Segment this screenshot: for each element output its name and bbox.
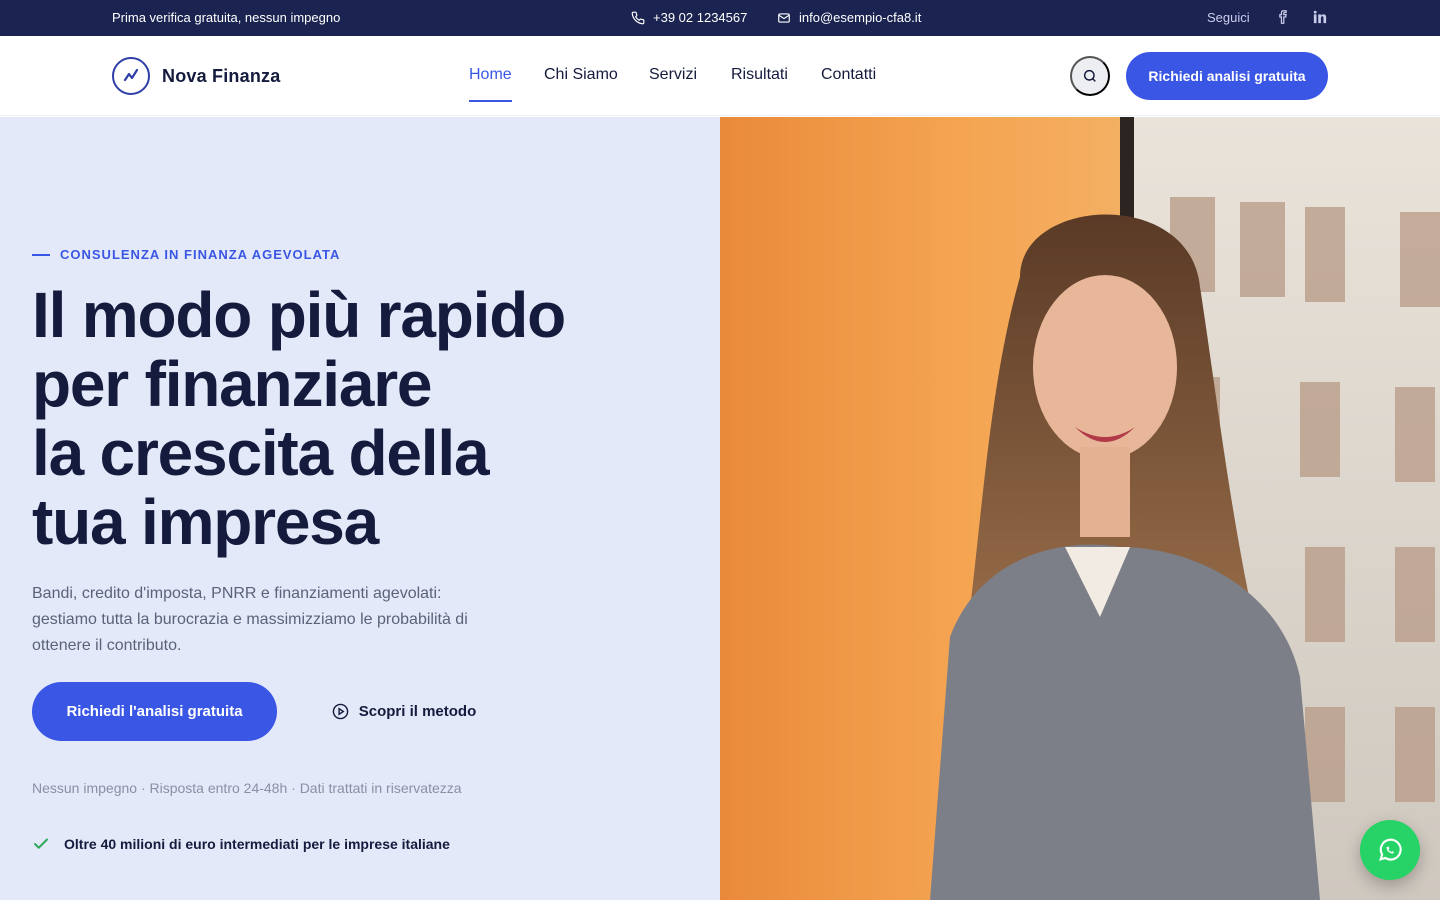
eyebrow-text: CONSULENZA IN FINANZA AGEVOLATA [60,247,341,262]
nav-home[interactable]: Home [469,66,512,102]
brand-name: Nova Finanza [162,65,281,86]
top-bar: Prima verifica gratuita, nessun impegno … [0,0,1440,36]
search-icon [1083,69,1096,82]
logo-chart-icon [112,57,150,95]
headline-line-3: la crescita della [32,417,490,489]
eyebrow-dash [32,253,50,256]
check-icon [34,838,48,849]
headline-line-2: per finanziare [32,348,433,420]
whatsapp-icon [1379,838,1402,861]
play-circle-icon [332,703,349,720]
email-link[interactable]: info@esempio-cfa8.it [777,10,921,25]
nav-risultati[interactable]: Risultati [731,66,788,84]
hero-headline: Il modo più rapido per finanziare la cre… [32,281,692,557]
logo[interactable]: Nova Finanza [112,57,280,95]
facebook-icon[interactable] [1275,9,1291,25]
discover-method-button[interactable]: Scopri il metodo [304,682,504,741]
headline-line-1: Il modo più rapido [32,279,566,351]
headline-line-4: tua impresa [32,486,379,558]
promo-text: Prima verifica gratuita, nessun impegno [112,10,341,25]
social-proof-text: Oltre 40 milioni di euro intermediati pe… [64,836,450,852]
mail-icon [778,12,790,23]
nav-contatti[interactable]: Contatti [821,66,876,84]
hero-note: Nessun impegno · Risposta entro 24-48h ·… [32,780,462,796]
phone-icon [631,11,645,24]
linkedin-icon[interactable] [1312,9,1328,25]
header-cta-button[interactable]: Richiedi analisi gratuita [1126,52,1328,100]
hero-photo [720,117,1440,900]
hero-eyebrow: CONSULENZA IN FINANZA AGEVOLATA [32,247,340,262]
phone-text: +39 02 1234567 [653,10,748,25]
search-button[interactable] [1070,56,1110,96]
email-text: info@esempio-cfa8.it [799,10,922,25]
main-header: Nova Finanza Home Chi Siamo Servizi Risu… [0,36,1440,116]
nav-chi-siamo[interactable]: Chi Siamo [544,66,618,84]
hero-subtext: Bandi, credito d'imposta, PNRR e finanzi… [32,585,468,654]
discover-method-label: Scopri il metodo [358,703,477,720]
hero-section: CONSULENZA IN FINANZA AGEVOLATA Il modo … [0,117,720,900]
nav-servizi[interactable]: Servizi [649,66,697,84]
phone-link[interactable]: +39 02 1234567 [631,10,747,25]
whatsapp-button[interactable] [1360,820,1420,880]
social-proof: Oltre 40 milioni di euro intermediati pe… [32,835,450,853]
follow-label: Seguici [1207,10,1250,25]
primary-cta-button[interactable]: Richiedi l'analisi gratuita [32,682,277,741]
